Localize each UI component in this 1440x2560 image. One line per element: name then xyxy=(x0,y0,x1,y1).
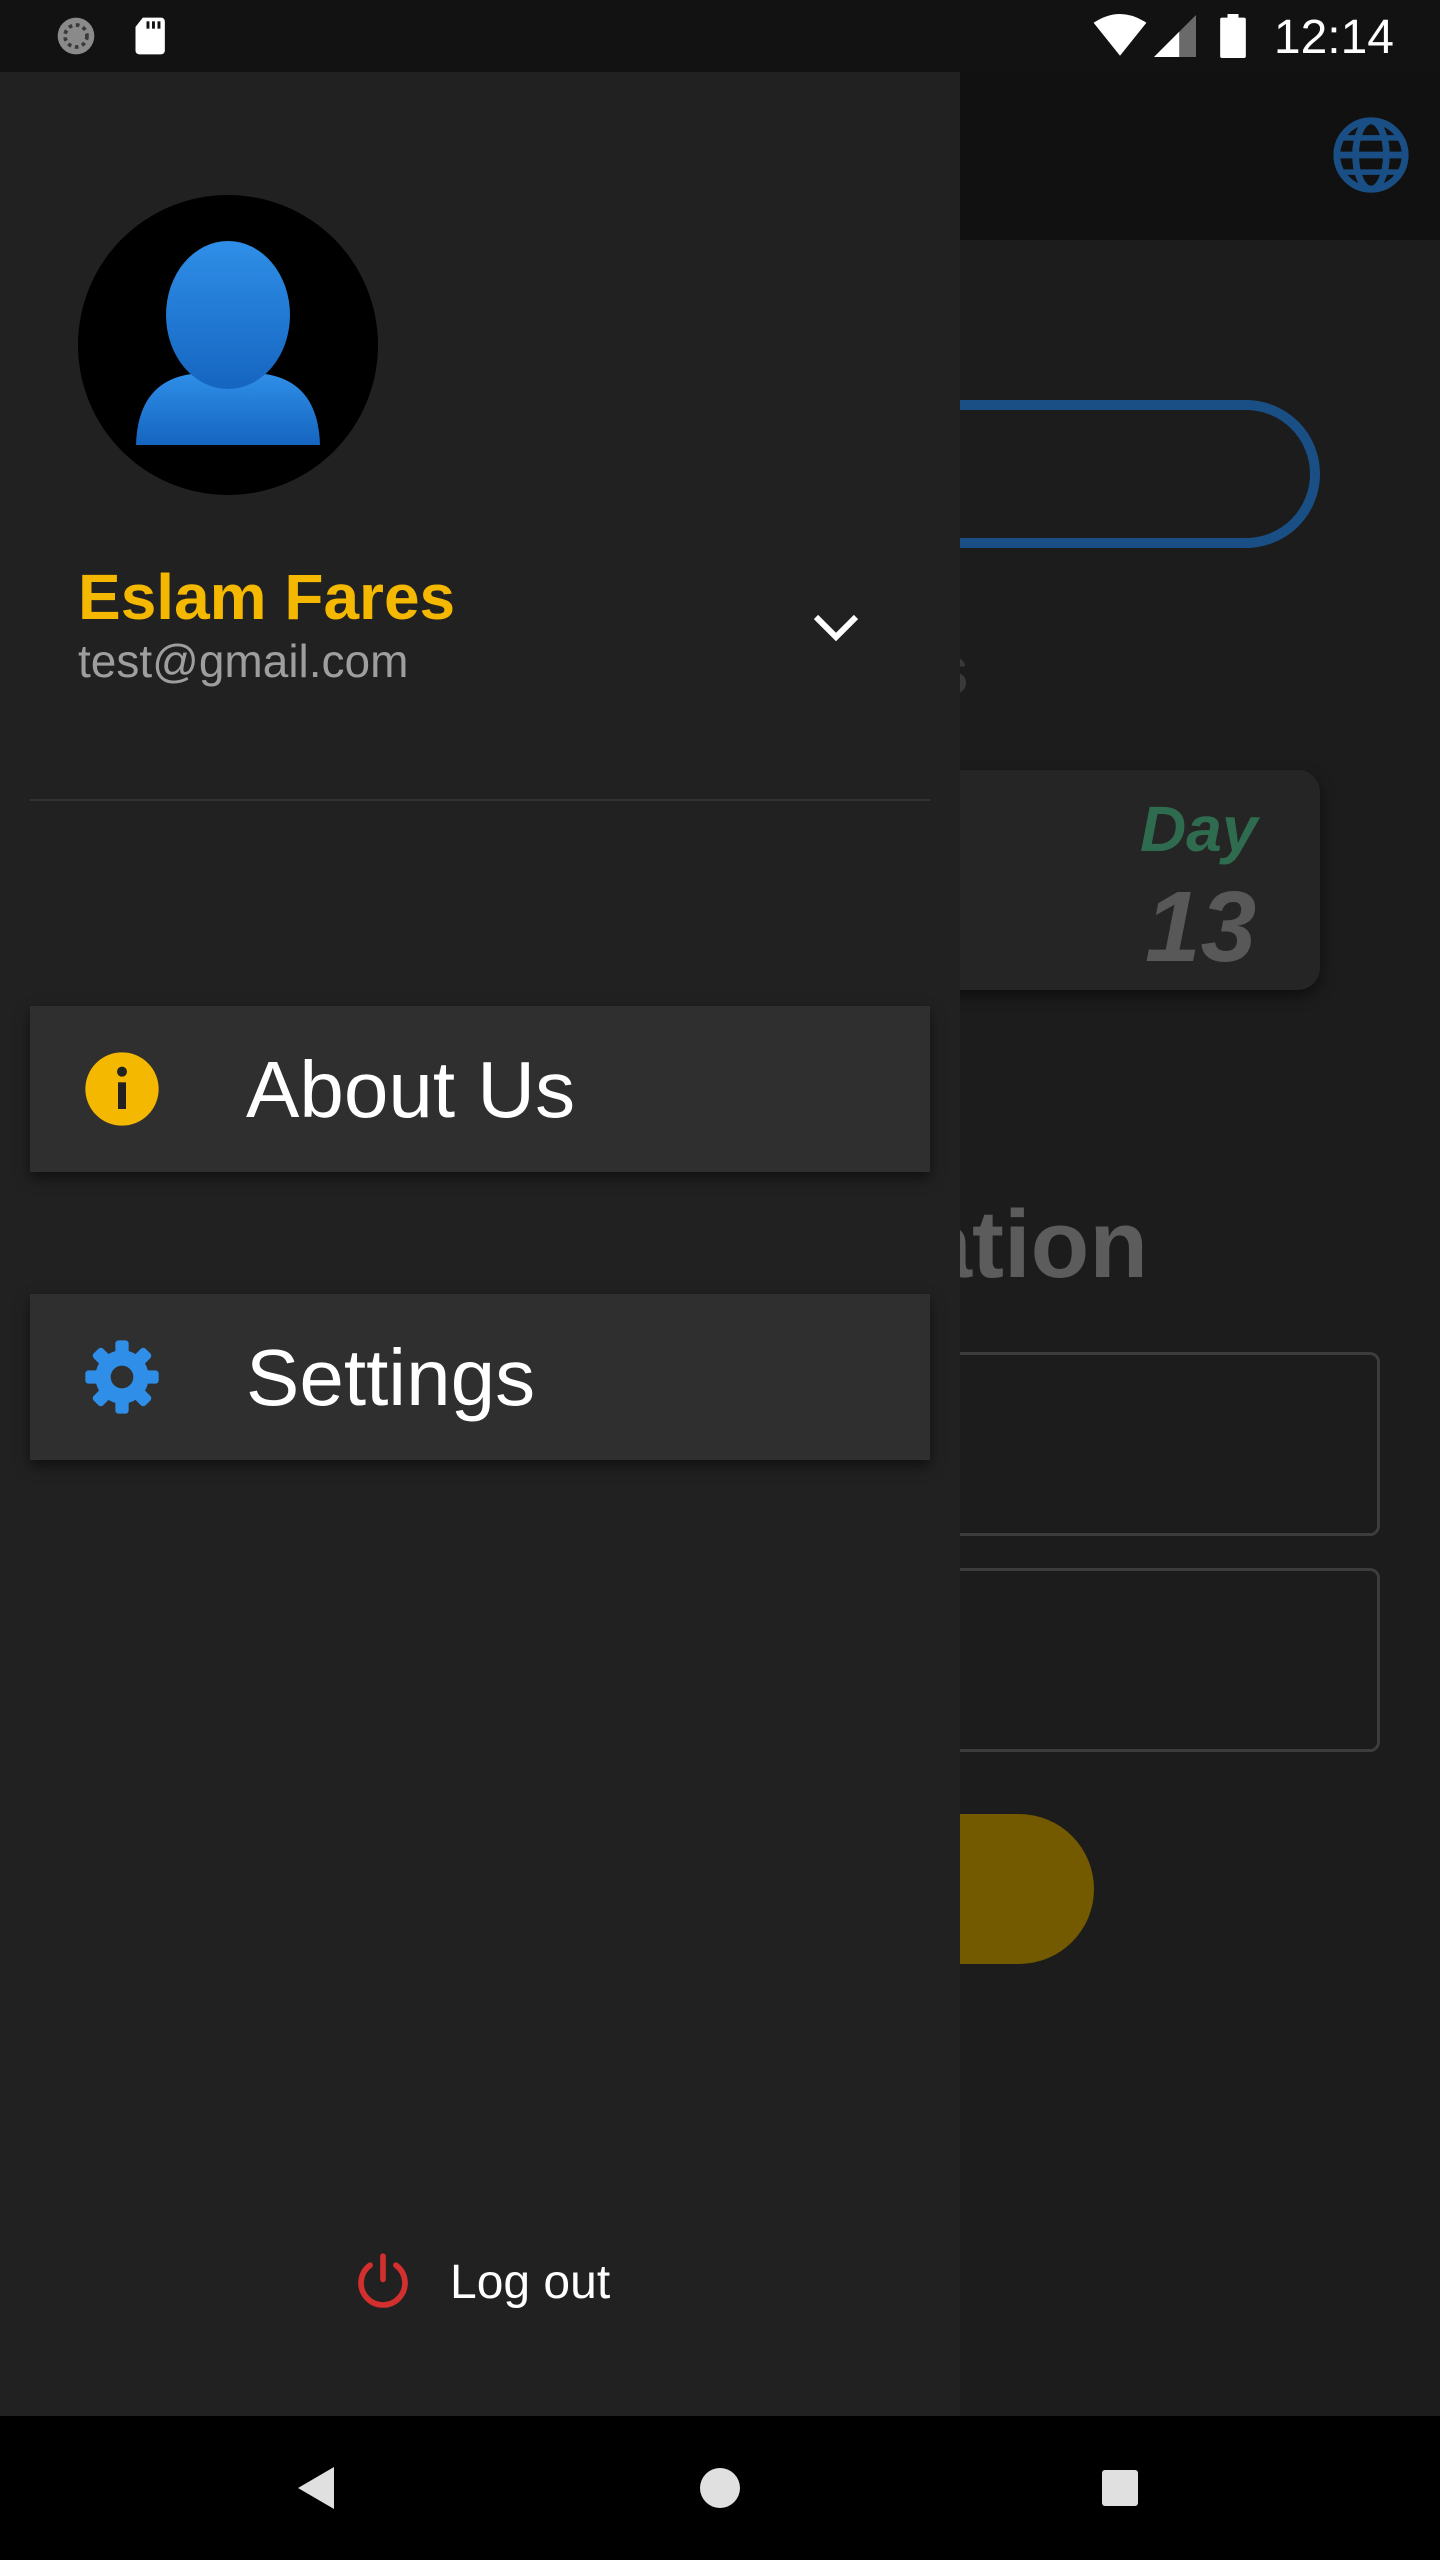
day-number: 13 xyxy=(1145,871,1257,983)
globe-icon[interactable] xyxy=(1330,114,1412,196)
menu-item-label: About Us xyxy=(246,1045,576,1134)
user-name: Eslam Fares xyxy=(78,561,456,633)
account-toggle-button[interactable] xyxy=(800,592,872,664)
back-button[interactable] xyxy=(288,2460,344,2516)
home-button[interactable] xyxy=(692,2460,748,2516)
system-nav-bar xyxy=(0,2416,1440,2560)
logout-label: Log out xyxy=(450,2255,611,2309)
user-silhouette-icon xyxy=(136,241,320,445)
home-icon xyxy=(700,2468,740,2508)
logout-button[interactable]: Log out xyxy=(350,2247,610,2317)
recents-button[interactable] xyxy=(1092,2460,1148,2516)
drawer-divider xyxy=(30,799,930,801)
user-email: test@gmail.com xyxy=(78,635,409,687)
info-icon xyxy=(82,1049,162,1129)
chevron-down-icon xyxy=(813,614,859,642)
wifi-icon xyxy=(1093,14,1147,56)
avatar[interactable] xyxy=(78,195,378,495)
battery-icon xyxy=(1220,14,1246,58)
power-icon xyxy=(350,2249,416,2315)
sd-card-icon xyxy=(135,17,165,55)
day-label: Day xyxy=(1140,793,1258,865)
menu-item-settings[interactable]: Settings xyxy=(30,1294,930,1460)
navigation-drawer: Eslam Fares test@gmail.com About Us Sett… xyxy=(0,72,960,2416)
signal-icon xyxy=(1154,15,1196,57)
status-bar: 12:14 xyxy=(0,0,1440,72)
back-icon xyxy=(298,2467,334,2509)
menu-item-label: Settings xyxy=(246,1333,536,1422)
gear-icon xyxy=(82,1337,162,1417)
sync-icon xyxy=(57,17,95,55)
status-time: 12:14 xyxy=(1273,11,1394,64)
recents-icon xyxy=(1102,2470,1138,2506)
menu-item-about-us[interactable]: About Us xyxy=(30,1006,930,1172)
